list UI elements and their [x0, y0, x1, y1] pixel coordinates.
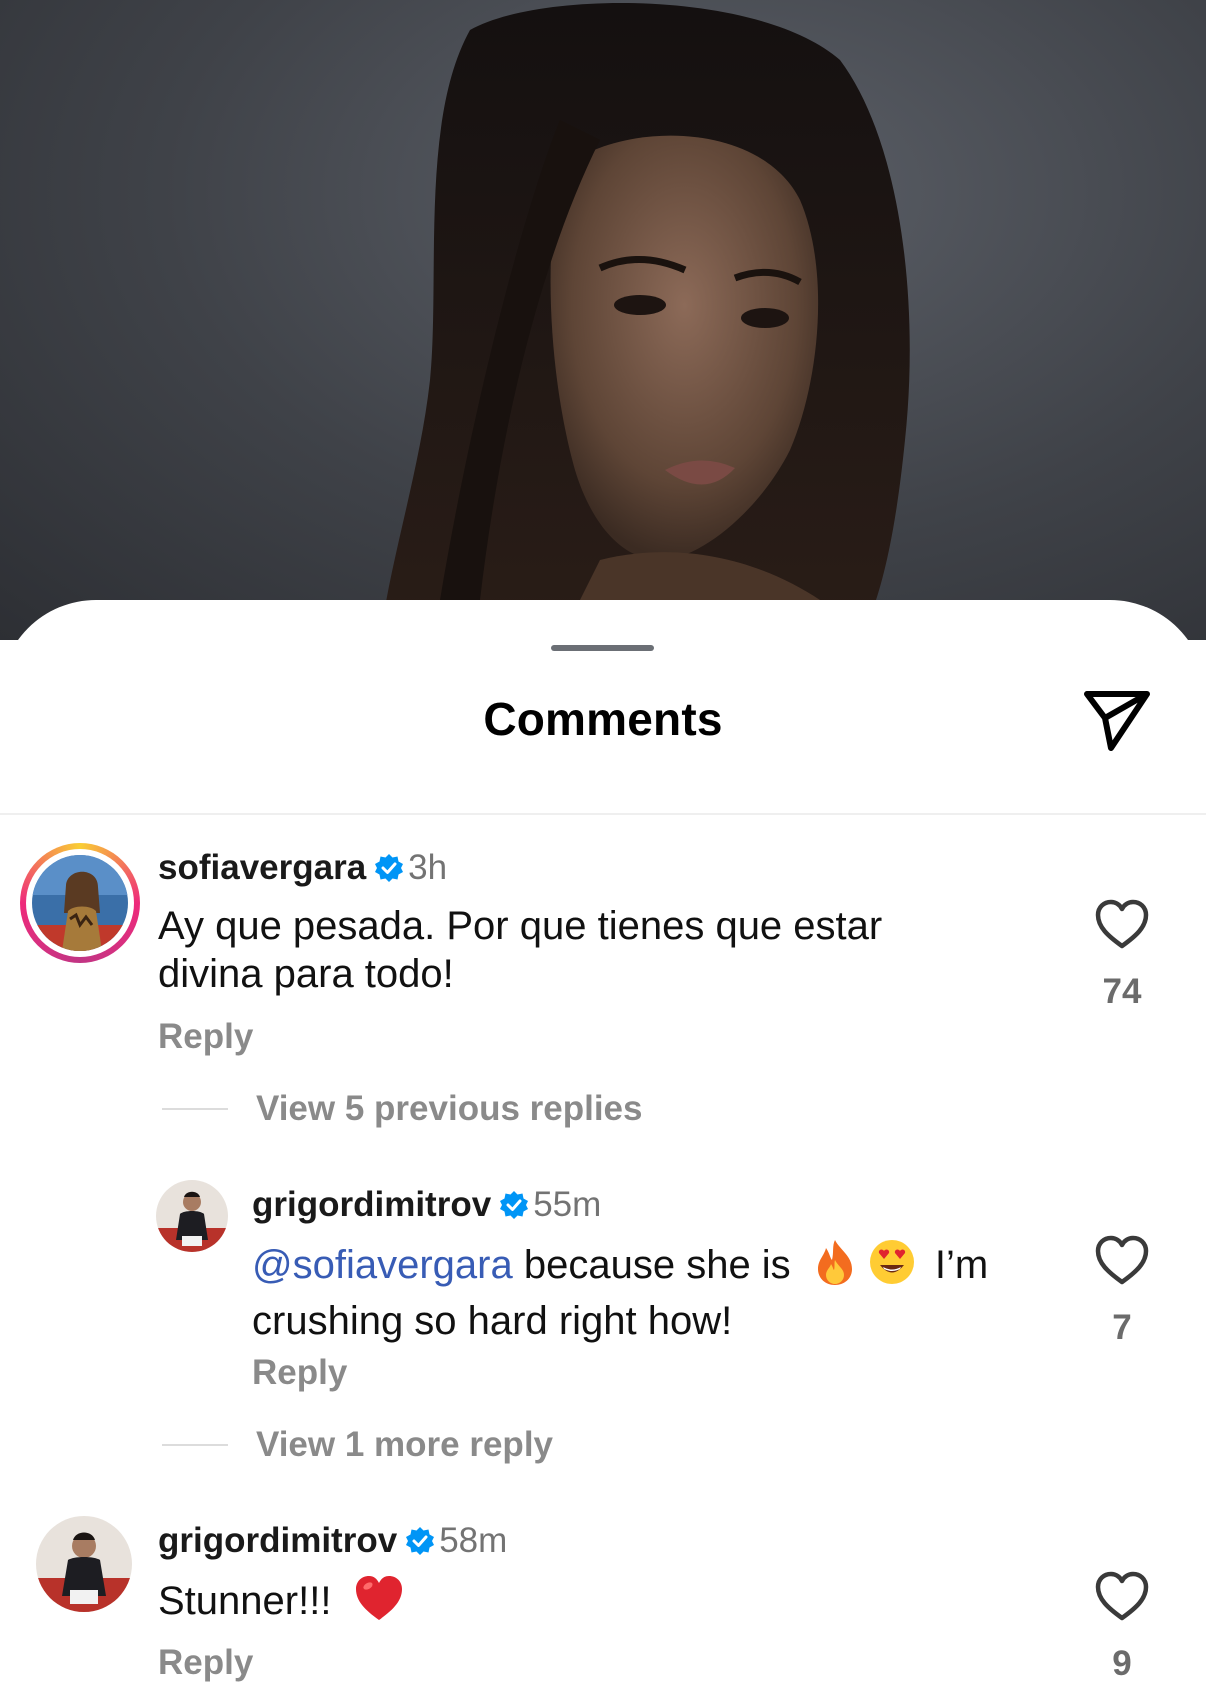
verified-badge-icon [375, 854, 404, 882]
avatar[interactable] [32, 855, 128, 951]
heart-outline-icon [1095, 1235, 1149, 1285]
reply-button[interactable]: Reply [158, 1643, 253, 1683]
avatar-image [156, 1180, 228, 1252]
like-button[interactable] [1094, 1234, 1150, 1286]
username[interactable]: grigordimitrov [158, 1521, 397, 1560]
comment-text-part: because she is [512, 1243, 791, 1287]
comment-meta: grigordimitrov 55m [252, 1185, 601, 1225]
reply-button[interactable]: Reply [252, 1353, 347, 1393]
like-button[interactable] [1094, 898, 1150, 950]
username[interactable]: sofiavergara [158, 848, 366, 887]
verified-badge-icon [406, 1527, 435, 1555]
thread-line [162, 1108, 228, 1110]
like-button[interactable] [1094, 1570, 1150, 1622]
thread-line [162, 1444, 228, 1446]
comment-text-line: crushing so hard right how! [252, 1299, 733, 1343]
red-heart-emoji [353, 1574, 405, 1633]
like-count: 74 [1102, 972, 1142, 1011]
verified-badge-icon [500, 1191, 529, 1219]
comment-text: Ay que pesada. Por que tienes que estar … [158, 904, 883, 996]
username[interactable]: grigordimitrov [252, 1185, 491, 1224]
view-replies-button[interactable]: View 5 previous replies [256, 1089, 643, 1129]
avatar-image [36, 1516, 132, 1612]
like-count: 9 [1112, 1644, 1132, 1683]
heart-outline-icon [1095, 1571, 1149, 1621]
mention-link[interactable]: @sofiavergara [252, 1243, 513, 1287]
view-replies-button[interactable]: View 1 more reply [256, 1425, 553, 1465]
avatar-image [32, 855, 128, 951]
comment-time: 58m [439, 1521, 508, 1560]
comment-text: Stunner!!! [158, 1574, 958, 1633]
comment-time: 3h [408, 848, 448, 887]
sheet-title: Comments [483, 693, 723, 745]
post-photo [0, 0, 1206, 640]
comment-text: @sofiavergara because she is I’m crushin… [252, 1238, 1052, 1345]
comment-meta: sofiavergara 3h [158, 848, 447, 888]
avatar[interactable] [36, 1516, 132, 1612]
comment-meta: grigordimitrov 58m [158, 1521, 507, 1561]
like-count: 7 [1112, 1308, 1132, 1347]
heart-eyes-emoji [868, 1238, 916, 1297]
comment-text-part: I’m [923, 1243, 989, 1287]
avatar[interactable] [156, 1180, 228, 1252]
share-button[interactable] [1081, 684, 1153, 756]
fire-emoji [812, 1238, 858, 1297]
comment-text-part: Stunner!!! [158, 1579, 332, 1623]
sheet-grabber[interactable] [551, 645, 654, 651]
paper-plane-icon [1084, 691, 1150, 751]
header-divider [0, 813, 1206, 815]
heart-outline-icon [1095, 899, 1149, 949]
comment-time: 55m [533, 1185, 602, 1224]
reply-button[interactable]: Reply [158, 1017, 253, 1057]
